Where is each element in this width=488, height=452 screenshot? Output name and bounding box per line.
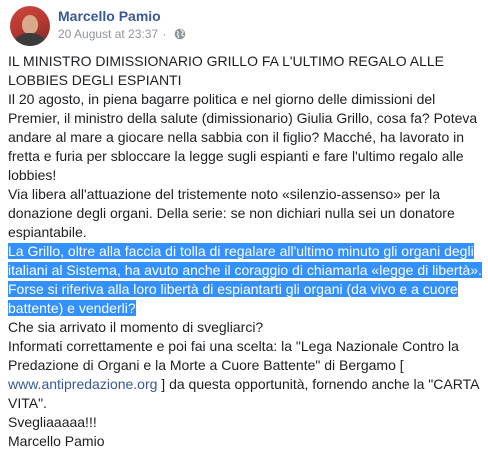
- post-signature: Marcello Pamio: [8, 433, 105, 449]
- post-body: IL MINISTRO DIMISSIONARIO GRILLO FA L'UL…: [8, 52, 484, 451]
- selected-paragraph: La Grillo, oltre alla faccia di tolla di…: [8, 242, 484, 318]
- post-timestamp[interactable]: 20 August at 23:37: [58, 27, 158, 41]
- antipredazione-link[interactable]: www.antipredazione.org: [8, 376, 157, 392]
- globe-icon[interactable]: [174, 28, 186, 40]
- text-selection[interactable]: La Grillo, oltre alla faccia di tolla di…: [8, 243, 482, 316]
- post-paragraph: Via libera all'attuazione del tristement…: [8, 186, 455, 240]
- post-paragraph: Informati correttamente e poi fai una sc…: [8, 337, 484, 413]
- post-paragraph: Che sia arrivato il momento di svegliarc…: [8, 319, 264, 335]
- author-avatar[interactable]: [10, 6, 50, 46]
- avatar-face: [22, 15, 38, 34]
- post-meta: 20 August at 23:37 ·: [58, 27, 186, 41]
- post-paragraph: Il 20 agosto, in piena bagarre politica …: [8, 91, 478, 183]
- post-title: IL MINISTRO DIMISSIONARIO GRILLO FA L'UL…: [8, 53, 445, 88]
- post-closing: Svegliaaaaa!!!: [8, 414, 97, 430]
- facebook-post: Marcello Pamio 20 August at 23:37 · IL M…: [0, 0, 488, 452]
- author-name[interactable]: Marcello Pamio: [58, 8, 161, 24]
- avatar-body: [15, 33, 45, 46]
- meta-separator: ·: [162, 27, 167, 41]
- paragraph-text: Informati correttamente e poi fai una sc…: [8, 338, 459, 373]
